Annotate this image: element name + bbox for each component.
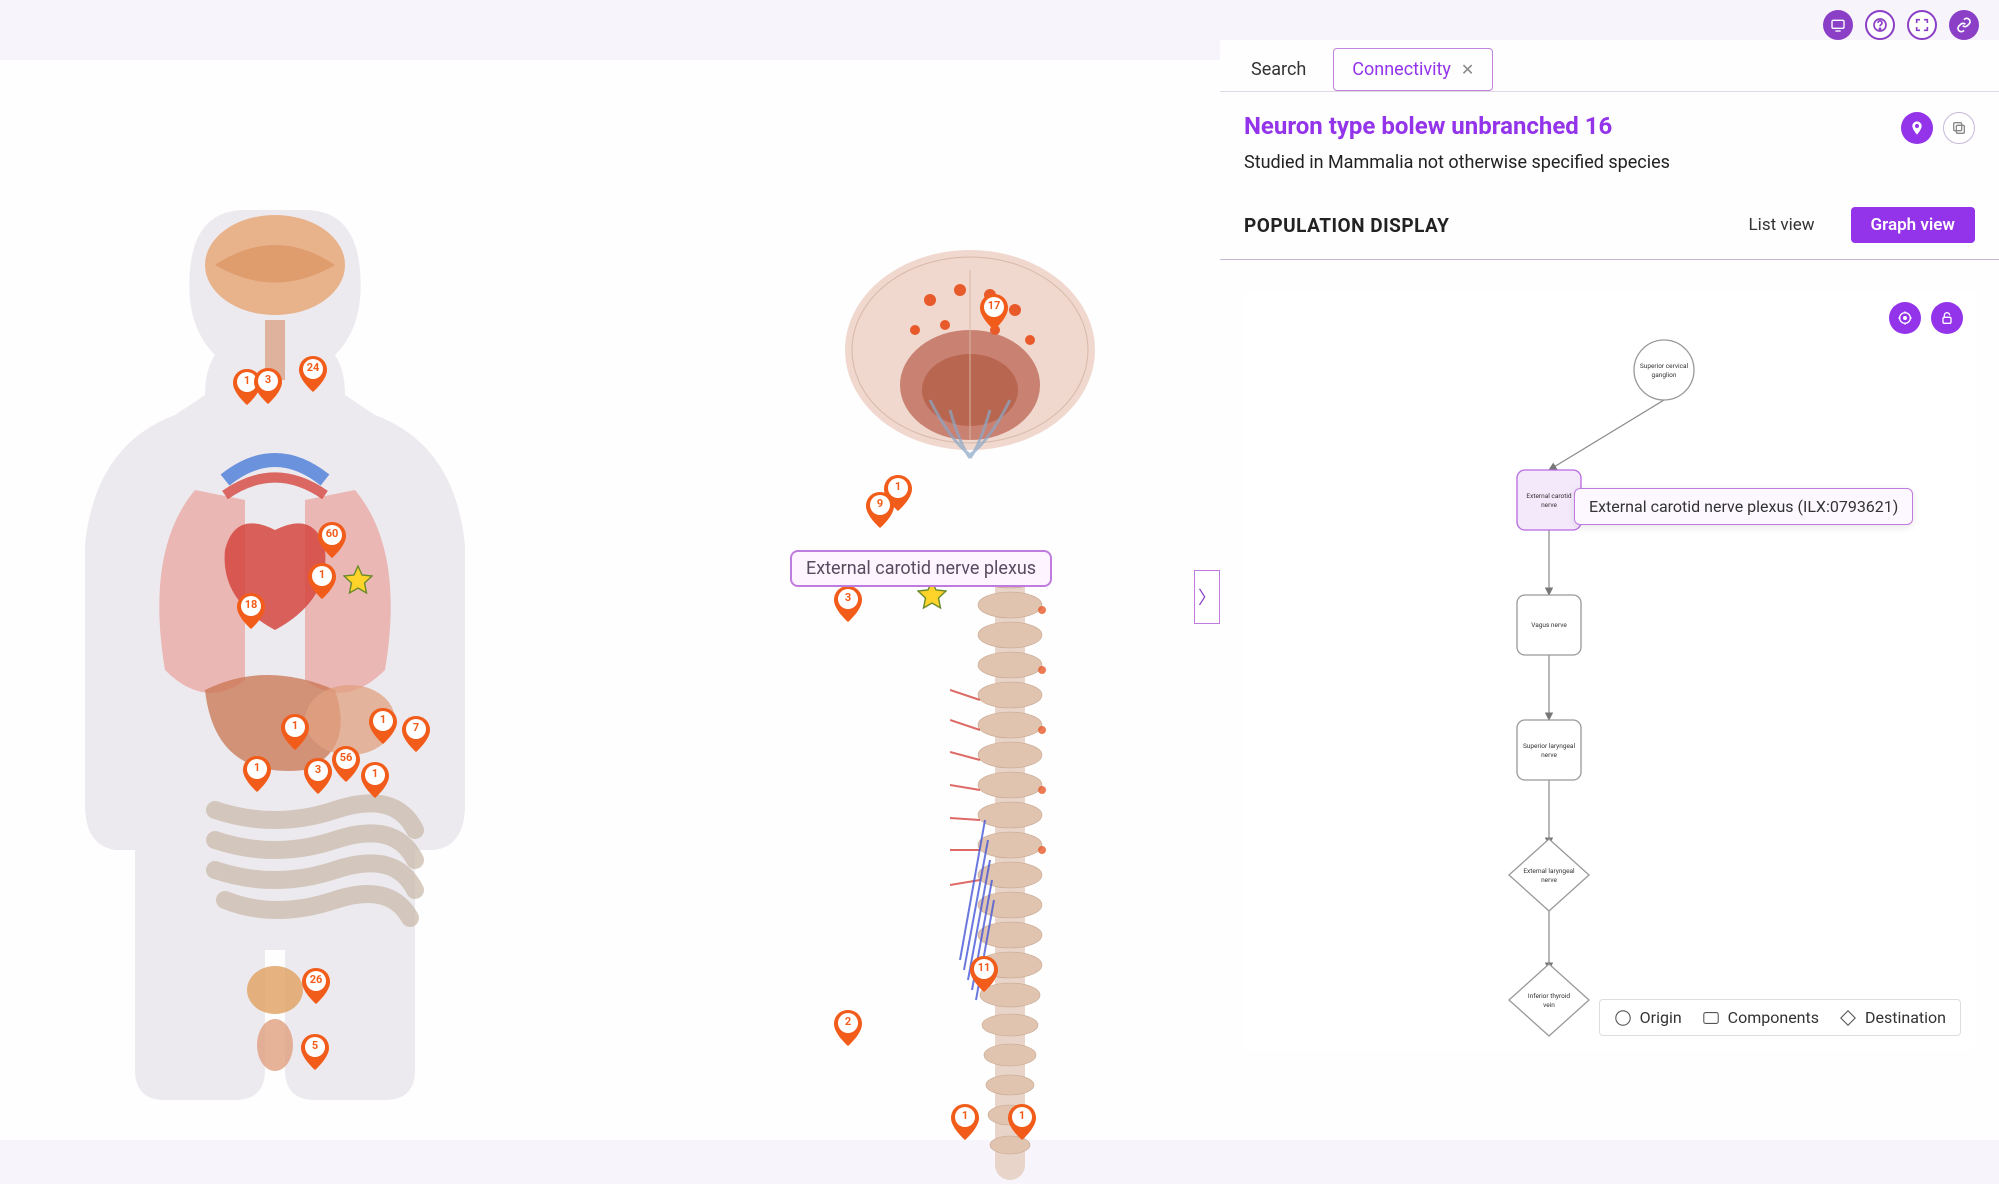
marker-count: 1 xyxy=(244,374,250,387)
anatomy-marker[interactable]: 1 xyxy=(951,1104,979,1140)
marker-count: 1 xyxy=(962,1109,968,1122)
marker-count: 1 xyxy=(1019,1109,1025,1122)
list-view-button[interactable]: List view xyxy=(1729,207,1835,243)
close-icon[interactable]: ✕ xyxy=(1461,60,1474,79)
lock-button[interactable] xyxy=(1931,302,1963,334)
anatomy-marker[interactable]: 7 xyxy=(402,716,430,752)
anatomy-marker[interactable]: 1 xyxy=(281,714,309,750)
legend-origin: Origin xyxy=(1614,1008,1682,1027)
tab-connectivity[interactable]: Connectivity ✕ xyxy=(1333,48,1493,91)
link-icon[interactable] xyxy=(1949,10,1979,40)
graph-node-tooltip: External carotid nerve plexus (ILX:07936… xyxy=(1574,488,1913,525)
anatomy-marker[interactable]: 3 xyxy=(304,758,332,794)
graph-node[interactable]: External laryngealnerve xyxy=(1509,839,1589,911)
anatomy-marker[interactable]: 1 xyxy=(308,563,336,599)
marker-count: 1 xyxy=(372,767,378,780)
anatomy-marker[interactable]: 60 xyxy=(318,522,346,558)
panel-title: Neuron type bolew unbranched 16 xyxy=(1244,112,1612,140)
anatomy-marker[interactable]: 11 xyxy=(970,956,998,992)
side-panel: Search Connectivity ✕ Neuron type bolew … xyxy=(1220,40,1999,1140)
spine-illustration xyxy=(950,560,1070,1180)
panel-tabs: Search Connectivity ✕ xyxy=(1220,40,1999,92)
graph-node[interactable]: Superior laryngealnerve xyxy=(1517,720,1581,780)
marker-count: 1 xyxy=(895,480,901,493)
marker-count: 1 xyxy=(254,761,260,774)
anatomy-marker[interactable]: 5 xyxy=(301,1034,329,1070)
marker-count: 2 xyxy=(845,1015,851,1028)
graph-svg: Superior cervicalganglion External caroti… xyxy=(1244,290,1975,1050)
graph-view-button[interactable]: Graph view xyxy=(1851,207,1975,243)
legend-components: Components xyxy=(1702,1008,1819,1027)
marker-count: 1 xyxy=(319,568,325,581)
anatomy-marker[interactable]: 1 xyxy=(361,762,389,798)
tab-label: Search xyxy=(1251,59,1306,80)
graph-legend: Origin Components Destination xyxy=(1599,999,1961,1036)
marker-count: 1 xyxy=(292,719,298,732)
anatomy-marker[interactable]: 56 xyxy=(332,746,360,782)
legend-destination: Destination xyxy=(1839,1008,1946,1027)
anatomy-marker[interactable]: 17 xyxy=(980,294,1008,330)
marker-count: 26 xyxy=(310,973,323,986)
tab-search[interactable]: Search xyxy=(1232,48,1325,91)
anatomy-marker[interactable]: 18 xyxy=(237,593,265,629)
tooltip-label: External carotid nerve plexus (ILX:07936… xyxy=(1589,497,1898,516)
tab-label: Connectivity xyxy=(1352,59,1451,80)
brain-illustration xyxy=(830,240,1110,500)
anatomy-marker[interactable]: 1 xyxy=(369,708,397,744)
graph-node[interactable]: Inferior thyroidvein xyxy=(1509,964,1589,1036)
graph-node[interactable]: Vagus nerve xyxy=(1517,595,1581,655)
display-icon[interactable] xyxy=(1823,10,1853,40)
marker-count: 18 xyxy=(245,598,258,611)
marker-count: 11 xyxy=(978,961,991,974)
panel-subtitle: Studied in Mammalia not otherwise specif… xyxy=(1220,152,1999,191)
recenter-button[interactable] xyxy=(1889,302,1921,334)
marker-count: 3 xyxy=(315,763,321,776)
copy-button[interactable] xyxy=(1943,112,1975,144)
graph-node[interactable]: Superior cervicalganglion xyxy=(1634,340,1694,400)
expand-icon[interactable] xyxy=(1907,10,1937,40)
anatomy-marker[interactable]: 26 xyxy=(302,968,330,1004)
anatomy-marker[interactable]: 24 xyxy=(299,356,327,392)
anatomy-marker[interactable]: 1 xyxy=(243,756,271,792)
marker-count: 1 xyxy=(380,713,386,726)
graph-node[interactable]: External carotidnerve xyxy=(1517,470,1581,530)
marker-count: 17 xyxy=(988,299,1001,312)
anatomy-marker[interactable]: 2 xyxy=(834,1010,862,1046)
marker-count: 7 xyxy=(413,721,419,734)
anatomy-callout: External carotid nerve plexus xyxy=(790,550,1052,587)
marker-count: 3 xyxy=(265,373,271,386)
marker-count: 24 xyxy=(307,361,320,374)
locate-button[interactable] xyxy=(1901,112,1933,144)
highlight-star-icon xyxy=(343,565,373,595)
section-title: POPULATION DISPLAY xyxy=(1244,214,1449,237)
anatomy-marker[interactable]: 9 xyxy=(866,492,894,528)
marker-count: 9 xyxy=(877,497,883,510)
graph-area[interactable]: Superior cervicalganglion External caroti… xyxy=(1244,290,1975,1050)
help-icon[interactable] xyxy=(1865,10,1895,40)
marker-count: 56 xyxy=(340,751,353,764)
anatomy-marker[interactable]: 3 xyxy=(254,368,282,404)
marker-count: 5 xyxy=(312,1039,318,1052)
connectivity-lines xyxy=(0,60,300,210)
svg-text:Vagus nerve: Vagus nerve xyxy=(1531,621,1567,629)
marker-count: 60 xyxy=(326,527,339,540)
panel-collapse-toggle[interactable]: 〉 xyxy=(1194,570,1220,624)
anatomy-marker[interactable]: 1 xyxy=(1008,1104,1036,1140)
top-icon-bar xyxy=(1823,10,1979,40)
anatomy-marker[interactable]: 3 xyxy=(834,586,862,622)
callout-label: External carotid nerve plexus xyxy=(806,558,1036,579)
anatomy-canvas[interactable]: 1 3 24 60 1 18 1 xyxy=(0,60,1220,1140)
marker-count: 3 xyxy=(845,591,851,604)
